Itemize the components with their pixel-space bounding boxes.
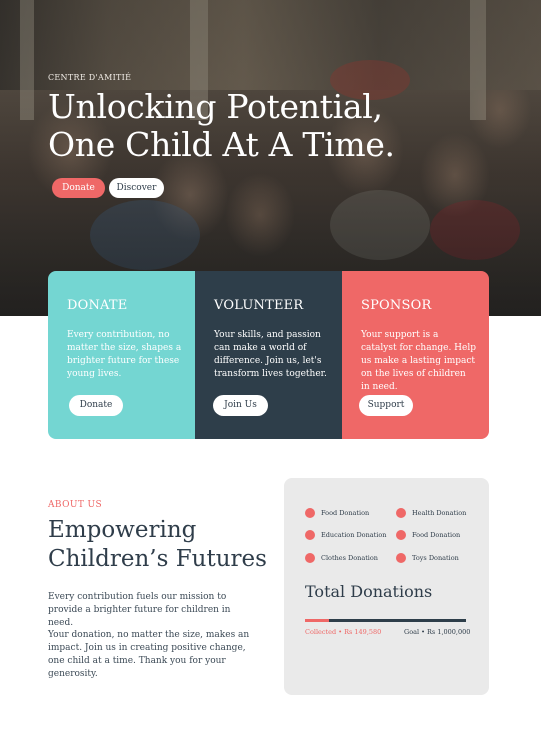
donate-card-text: Every contribution, no matter the size, … [67,330,182,379]
volunteer-card-title: VOLUNTEER [214,298,304,313]
legend-label: Health Donation [412,509,467,517]
legend-dot-icon [305,553,315,563]
about-title: Empowering Children’s Futures [48,517,267,572]
goal-amount: Goal • Rs 1,000,000 [404,628,471,636]
legend-label: Clothes Donation [321,554,378,562]
total-donations-title: Total Donations [305,582,433,601]
hero-discover-button[interactable]: Discover [109,178,164,198]
collected-amount: Collected • Rs 149,580 [305,628,382,636]
legend-label: Food Donation [321,509,370,517]
donate-card: DONATE Every contribution, no matter the… [48,271,195,439]
legend-label: Food Donation [412,531,461,539]
support-button[interactable]: Support [359,395,413,416]
donate-card-button[interactable]: Donate [69,395,123,416]
donate-card-title: DONATE [67,298,128,313]
about-paragraph: Every contribution fuels our mission to … [48,592,231,628]
sponsor-card: SPONSOR Your support is a catalyst for c… [342,271,489,439]
hero-donate-button[interactable]: Donate [52,178,105,198]
volunteer-card-text: Your skills, and passion can make a worl… [214,330,327,379]
about-label: ABOUT US [48,500,103,510]
legend-dot-icon [396,553,406,563]
hero-section: CENTRE D'AMITIÉ Unlocking Potential, One… [0,0,541,316]
legend-label: Toys Donation [412,554,459,562]
action-cards: DONATE Every contribution, no matter the… [48,271,489,439]
hero-headline-line1: Unlocking Potential, [48,87,383,126]
donations-panel: Food Donation Health Donation Education … [284,478,489,695]
legend-dot-icon [396,508,406,518]
donation-progress-bar [305,619,466,622]
brand-eyebrow: CENTRE D'AMITIÉ [48,73,132,82]
volunteer-card: VOLUNTEER Your skills, and passion can m… [195,271,342,439]
donation-progress-fill [305,619,330,622]
about-paragraph: Your donation, no matter the size, makes… [48,630,250,679]
hero-headline: Unlocking Potential, One Child At A Time… [48,88,395,164]
legend-label: Education Donation [321,531,387,539]
join-us-button[interactable]: Join Us [213,395,268,416]
legend-dot-icon [305,508,315,518]
legend-dot-icon [396,530,406,540]
sponsor-card-title: SPONSOR [361,298,432,313]
sponsor-card-text: Your support is a catalyst for change. H… [361,330,476,392]
hero-headline-line2: One Child At A Time. [48,125,395,164]
legend-dot-icon [305,530,315,540]
